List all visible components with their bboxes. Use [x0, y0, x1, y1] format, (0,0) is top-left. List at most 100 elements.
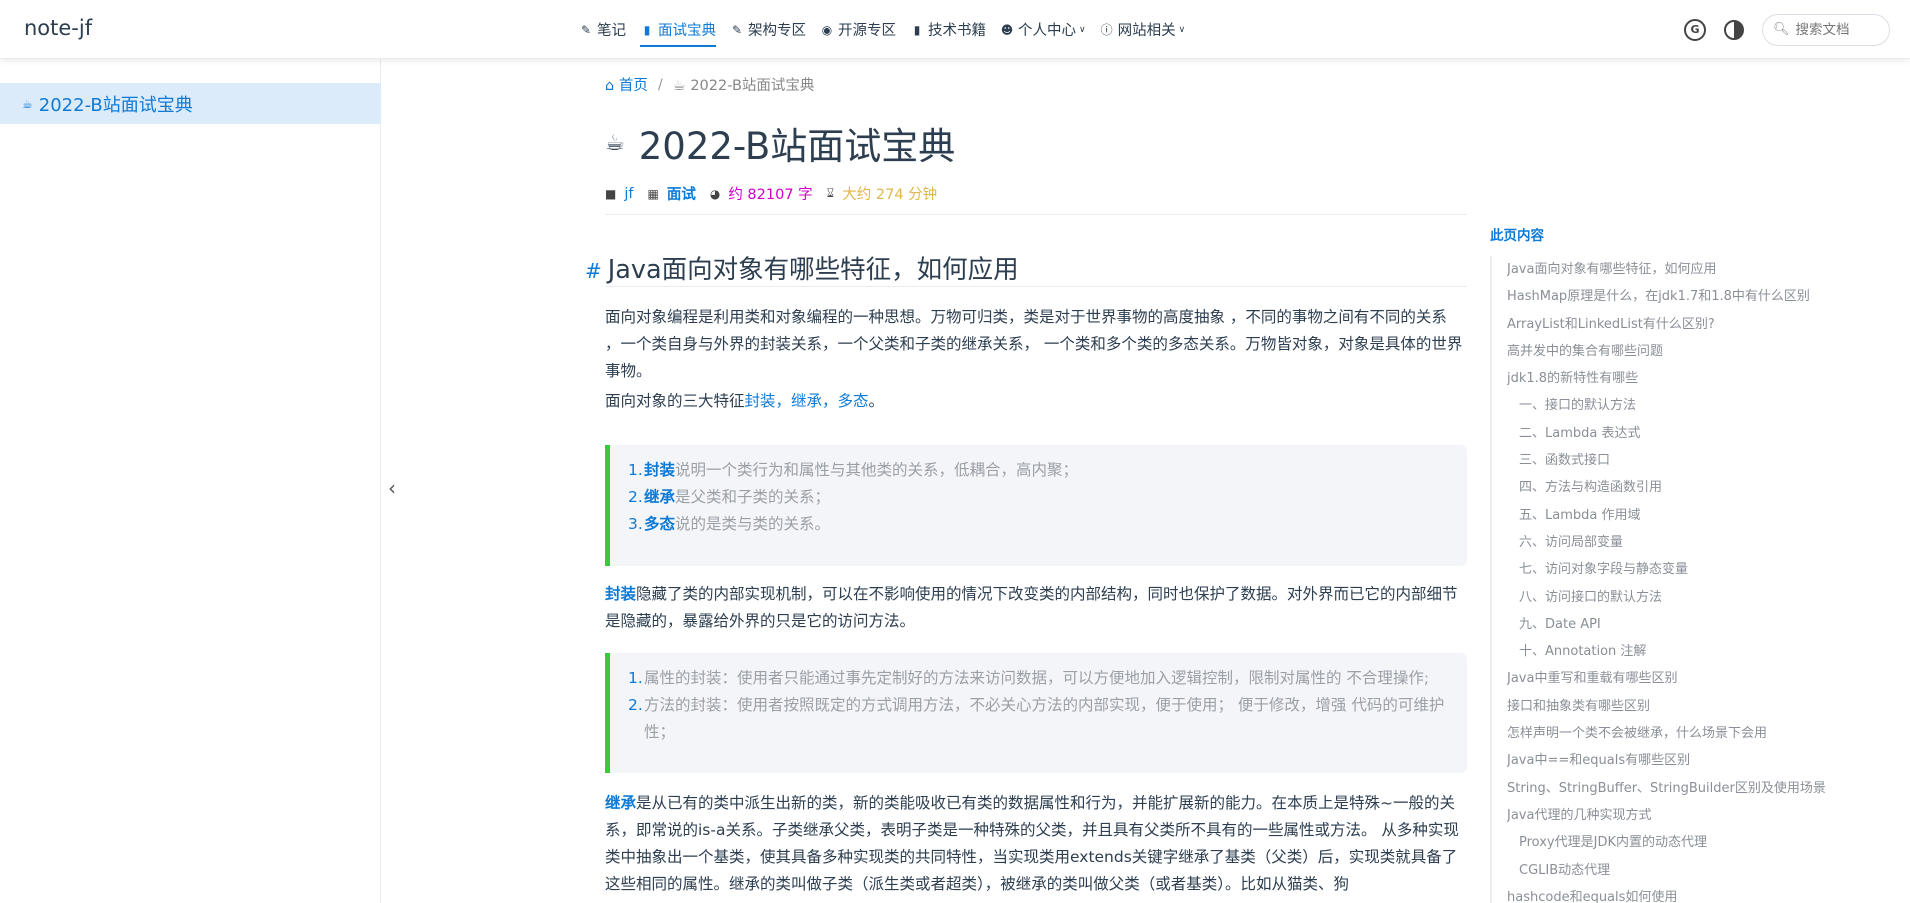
chevron-down-icon: ∨ [1079, 24, 1086, 35]
sidebar: ☕︎ 2022-B站面试宝典 [0, 59, 381, 903]
user-icon: ☻ [1000, 22, 1014, 37]
hourglass-icon: ⌛︎ [826, 186, 835, 200]
toc-item[interactable]: Java面向对象有哪些特征，如何应用 [1507, 256, 1900, 283]
toc-item[interactable]: CGLIB动态代理 [1507, 857, 1900, 884]
search-icon: 🔍︎ [1773, 22, 1790, 37]
heading-divider [605, 286, 1467, 287]
nav-item-5[interactable]: ☻ 个人中心 ∨ [993, 0, 1093, 59]
toc-item[interactable]: Java中重写和重载有哪些区别 [1507, 665, 1900, 692]
toc-item[interactable]: 接口和抽象类有哪些区别 [1507, 693, 1900, 720]
site-brand[interactable]: note-jf [24, 16, 92, 40]
github-icon: ◉ [821, 22, 833, 37]
toc-item[interactable]: String、StringBuffer、StringBuilder区别及使用场景 [1507, 775, 1900, 802]
quote-list-item: 1. 封装说明一个类行为和属性与其他类的关系，低耦合，高内聚； [628, 457, 1451, 484]
toc-item[interactable]: 三、函数式接口 [1507, 447, 1900, 474]
category-icon: ▦ [647, 186, 659, 201]
list-text: 继承是父类和子类的关系； [644, 488, 831, 506]
list-text: 属性的封装：使用者只能通过事先定制好的方法来访问数据，可以方便地加入逻辑控制，限… [644, 669, 1430, 687]
page-toc: 此页内容 Java面向对象有哪些特征，如何应用 HashMap原理是什么，在jdk… [1490, 224, 1900, 903]
toc-item[interactable]: jdk1.8的新特性有哪些 [1507, 365, 1900, 392]
chevron-down-icon: ∨ [1178, 24, 1186, 35]
nav-item-4[interactable]: ▮ 技术书籍 [903, 0, 993, 59]
pencil-icon: ✎ [580, 22, 592, 37]
sidebar-item-label: 2022-B站面试宝典 [38, 94, 193, 116]
toc-item[interactable]: Java代理的几种实现方式 [1507, 802, 1900, 829]
nav-item-label: 开源专区 [838, 23, 896, 39]
book-icon: ▮ [643, 22, 651, 37]
toc-item[interactable]: 十、Annotation 注解 [1507, 638, 1900, 665]
quote-list-item: 2. 继承是父类和子类的关系； [628, 484, 1451, 511]
toc-item[interactable]: ArrayList和LinkedList有什么区别? [1507, 311, 1900, 338]
toc-item[interactable]: hashcode和equals如何使用 [1507, 884, 1900, 903]
nav-item-3[interactable]: ◉ 开源专区 [813, 0, 903, 59]
list-term: 封装 [644, 461, 676, 479]
list-term: 继承 [644, 488, 676, 506]
paragraph-oop-intro: 面向对象编程是利用类和对象编程的一种思想。万物可归类，类是对于世界事物的高度抽象… [605, 308, 1463, 380]
pencil-icon: ✎ [731, 22, 743, 37]
toc-item[interactable]: 怎样声明一个类不会被继承，什么场景下会用 [1507, 720, 1900, 747]
nav-item-2[interactable]: ✎ 架构专区 [723, 0, 813, 59]
info-icon: ⓘ [1100, 23, 1113, 37]
page-title-text: 2022-B站面试宝典 [638, 125, 956, 168]
nav-item-0[interactable]: ✎ 笔记 [572, 0, 633, 59]
nav-links: ✎ 笔记 ▮ 面试宝典 ✎ 架构专区 ◉ 开源专区 ▮ 技术书籍 ☻ 个人中心 ∨ ⓘ 网站相关 ∨ [572, 0, 1192, 59]
nav-right: G 🔍︎ [1684, 0, 1890, 59]
nav-item-label: 面试宝典 [658, 23, 716, 39]
features-highlight: 封装，继承，多态 [744, 392, 869, 410]
sidebar-item-interview[interactable]: ☕︎ 2022-B站面试宝典 [0, 83, 381, 124]
author-link[interactable]: jf [624, 186, 633, 202]
toc-item[interactable]: 一、接口的默认方法 [1507, 392, 1900, 419]
toc-item[interactable]: 二、Lambda 表达式 [1507, 420, 1900, 447]
java-icon: ☕︎ [22, 96, 33, 111]
toc-item[interactable]: 六、访问局部变量 [1507, 529, 1900, 556]
list-term: 多态 [644, 515, 676, 533]
toc-item[interactable]: HashMap原理是什么，在jdk1.7和1.8中有什么区别 [1507, 283, 1900, 310]
list-number: 2. [628, 488, 643, 506]
word-count-icon: ◕ [709, 186, 721, 201]
toc-item[interactable]: 四、方法与构造函数引用 [1507, 474, 1900, 501]
breadcrumb-current[interactable]: ☕︎ 2022-B站面试宝典 [673, 74, 815, 95]
breadcrumb: ⌂ 首页 / ☕︎ 2022-B站面试宝典 [605, 74, 814, 95]
author-icon: ■ [605, 186, 617, 201]
section-heading: # Java面向对象有哪些特征，如何应用 [585, 255, 1019, 285]
anchor-hash-icon[interactable]: # [585, 259, 602, 283]
quote-list-item: 1. 属性的封装：使用者只能通过事先定制好的方法来访问数据，可以方便地加入逻辑控制… [628, 665, 1451, 692]
term-inheritance: 继承 [605, 794, 637, 812]
page-title: ☕︎ 2022-B站面试宝典 [605, 116, 955, 170]
read-time: 大约 274 分钟 [842, 187, 938, 203]
java-icon: ☕︎ [605, 130, 625, 156]
toc-item[interactable]: 七、访问对象字段与静态变量 [1507, 556, 1900, 583]
search-box[interactable]: 🔍︎ [1762, 13, 1890, 46]
nav-item-label: 网站相关 [1117, 23, 1176, 39]
toc-item[interactable]: 五、Lambda 作用域 [1507, 502, 1900, 529]
translate-icon[interactable]: G [1684, 18, 1706, 41]
book-icon: ▮ [913, 22, 921, 37]
nav-item-label: 个人中心 [1018, 23, 1076, 39]
nav-item-label: 技术书籍 [928, 23, 986, 39]
nav-item-label: 架构专区 [748, 23, 806, 39]
nav-item-6[interactable]: ⓘ 网站相关 ∨ [1093, 0, 1193, 59]
toc-item[interactable]: Proxy代理是JDK内置的动态代理 [1507, 829, 1900, 856]
search-input[interactable] [1795, 21, 1876, 38]
list-number: 3. [628, 515, 643, 533]
list-text: 多态说的是类与类的关系。 [644, 515, 831, 533]
quote-list-item: 2. 方法的封装：使用者按照既定的方式调用方法，不必关心方法的内部实现，便于使用；… [628, 692, 1451, 746]
list-text: 封装说明一个类行为和属性与其他类的关系，低耦合，高内聚； [644, 461, 1079, 479]
sidebar-collapse-chevron-icon[interactable]: ‹ [388, 476, 396, 500]
toc-list: Java面向对象有哪些特征，如何应用 HashMap原理是什么，在jdk1.7和1… [1490, 256, 1900, 903]
toc-item[interactable]: 高并发中的集合有哪些问题 [1507, 338, 1900, 365]
breadcrumb-home[interactable]: ⌂ 首页 [605, 74, 648, 95]
navbar: note-jf ✎ 笔记 ▮ 面试宝典 ✎ 架构专区 ◉ 开源专区 ▮ 技术书籍 ☻ 个人中心 ∨ ⓘ 网站… [0, 0, 1910, 59]
paragraph-inheritance: 继承是从已有的类中派生出新的类，新的类能吸收已有类的数据属性和行为，并能扩展新的… [605, 794, 1459, 893]
list-number: 1. [628, 669, 643, 687]
category-link[interactable]: 面试 [667, 183, 696, 204]
toc-item[interactable]: 八、访问接口的默认方法 [1507, 584, 1900, 611]
quote-list-item: 3. 多态说的是类与类的关系。 [628, 511, 1451, 538]
toc-item[interactable]: 九、Date API [1507, 611, 1900, 638]
toc-item[interactable]: Java中==和equals有哪些区别 [1507, 747, 1900, 774]
term-encapsulation: 封装 [605, 585, 637, 603]
list-number: 1. [628, 461, 643, 479]
nav-item-1[interactable]: ▮ 面试宝典 [633, 0, 723, 59]
theme-toggle-icon[interactable] [1724, 19, 1744, 40]
breadcrumb-separator: / [657, 76, 663, 93]
